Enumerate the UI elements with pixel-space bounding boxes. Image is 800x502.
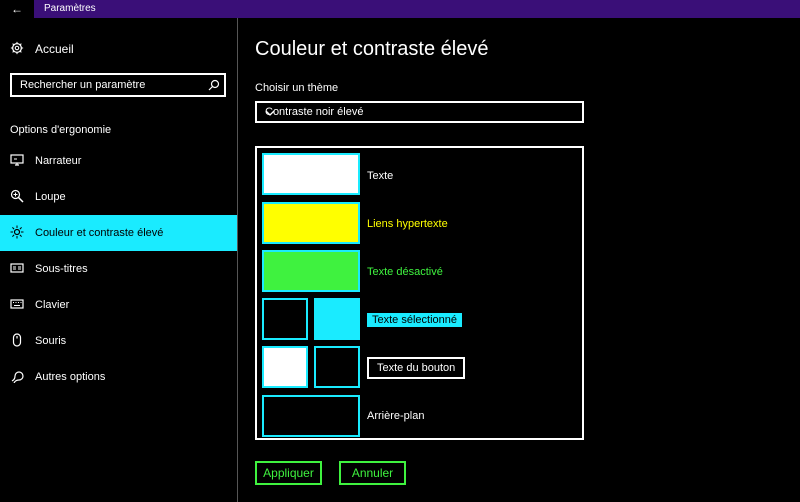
- brightness-icon: [10, 225, 26, 241]
- theme-label: Choisir un thème: [255, 82, 339, 94]
- keyboard-icon: [10, 297, 26, 313]
- disabled-text-color-swatch[interactable]: [262, 250, 360, 292]
- gear-icon: [10, 41, 26, 57]
- sidebar-nav: Narrateur Loupe Couleur et contraste éle…: [0, 143, 237, 395]
- sidebar-item-label: Sous-titres: [35, 263, 88, 275]
- search-icon[interactable]: [208, 78, 220, 91]
- sidebar-item-sous-titres[interactable]: Sous-titres: [0, 251, 237, 287]
- search-box[interactable]: [10, 73, 226, 97]
- button-text-sample: Texte du bouton: [367, 357, 466, 379]
- sidebar-item-label: Souris: [35, 335, 67, 347]
- sidebar-item-label: Autres options: [35, 371, 106, 383]
- pane-divider: [237, 18, 238, 502]
- sidebar-item-autres-options[interactable]: Autres options: [0, 359, 237, 395]
- search-input[interactable]: [20, 77, 200, 93]
- selected-text-fg-swatch[interactable]: [262, 298, 308, 340]
- text-label: Texte: [367, 170, 394, 182]
- selected-text-bg-swatch[interactable]: [314, 298, 360, 340]
- sidebar-item-couleur-contraste[interactable]: Couleur et contraste élevé: [0, 215, 237, 251]
- sidebar-item-label: Clavier: [35, 299, 70, 311]
- disabled-text-label: Texte désactivé: [367, 266, 443, 278]
- sidebar-item-label: Narrateur: [35, 155, 82, 167]
- theme-preview: Texte Liens hypertexte Texte désactivé T…: [255, 146, 584, 440]
- button-text-bg-swatch[interactable]: [314, 346, 360, 388]
- other-options-icon: [10, 369, 26, 385]
- sidebar-item-loupe[interactable]: Loupe: [0, 179, 237, 215]
- page-title: Couleur et contraste élevé: [255, 38, 489, 60]
- chevron-down-icon: [265, 108, 275, 116]
- hyperlink-label: Liens hypertexte: [367, 218, 448, 230]
- selected-text-sample: Texte sélectionné: [367, 313, 462, 327]
- cancel-button[interactable]: Annuler: [339, 461, 406, 485]
- section-heading: Options d'ergonomie: [10, 124, 112, 136]
- title-bar: ← Paramètres: [0, 0, 800, 18]
- home-link[interactable]: Accueil: [10, 40, 74, 58]
- sidebar-item-souris[interactable]: Souris: [0, 323, 237, 359]
- window-title: Paramètres: [44, 3, 96, 14]
- back-arrow-icon[interactable]: ←: [0, 0, 34, 18]
- theme-select-value: Contraste noir élevé: [265, 106, 364, 118]
- theme-select[interactable]: Contraste noir élevé: [255, 101, 584, 123]
- captions-icon: [10, 261, 26, 277]
- hyperlink-color-swatch[interactable]: [262, 202, 360, 244]
- sidebar-item-label: Couleur et contraste élevé: [35, 227, 164, 239]
- home-label: Accueil: [35, 42, 74, 56]
- background-label: Arrière-plan: [367, 410, 425, 422]
- mouse-icon: [10, 333, 26, 349]
- sidebar-item-label: Loupe: [35, 191, 66, 203]
- magnifier-icon: [10, 189, 26, 205]
- sidebar-item-narrateur[interactable]: Narrateur: [0, 143, 237, 179]
- narrator-icon: [10, 153, 26, 169]
- background-color-swatch[interactable]: [262, 395, 360, 437]
- sidebar-item-clavier[interactable]: Clavier: [0, 287, 237, 323]
- apply-button[interactable]: Appliquer: [255, 461, 322, 485]
- button-text-fg-swatch[interactable]: [262, 346, 308, 388]
- text-color-swatch[interactable]: [262, 153, 360, 195]
